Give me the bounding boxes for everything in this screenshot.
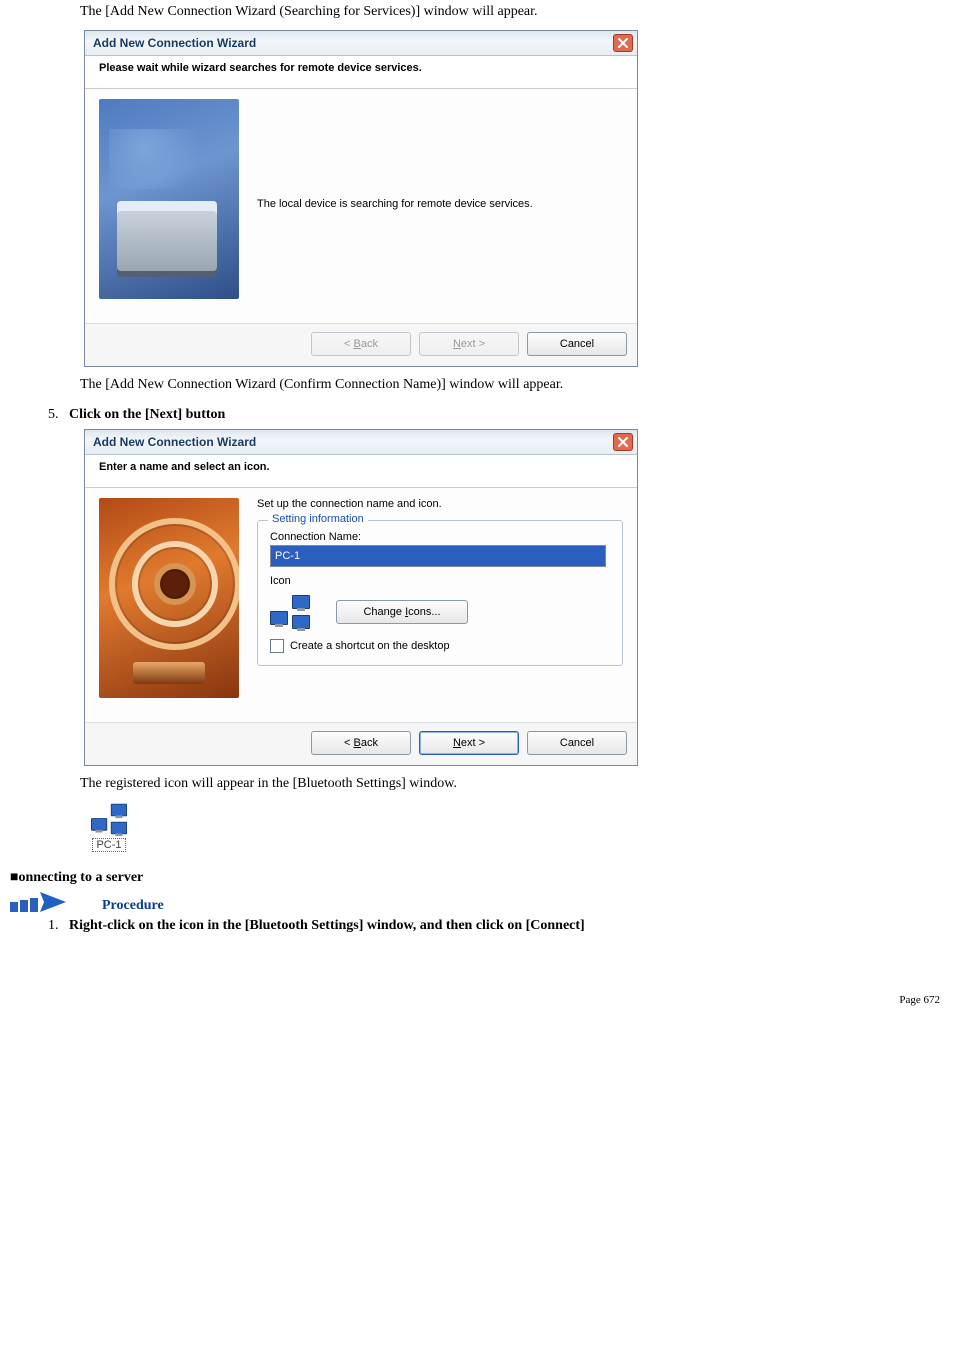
wizard-confirm-name-dialog: Add New Connection Wizard Enter a name a… <box>84 429 638 766</box>
registered-bt-icon-label: PC-1 <box>92 838 125 852</box>
wizard-header: Please wait while wizard searches for re… <box>85 56 637 89</box>
change-icons-button[interactable]: Change Icons... <box>336 600 468 624</box>
connection-name-label: Connection Name: <box>270 531 610 543</box>
close-button[interactable] <box>613 433 633 451</box>
after-dialog2-text: The registered icon will appear in the [… <box>80 776 940 792</box>
procedure-label: Procedure <box>102 898 164 914</box>
lead-text: Set up the connection name and icon. <box>257 498 623 510</box>
wizard-button-bar: < Back Next > Cancel <box>85 323 637 366</box>
cancel-button[interactable]: Cancel <box>527 332 627 356</box>
setting-information-group: Setting information Connection Name: Ico… <box>257 520 623 666</box>
change-icons-label: Change Icons... <box>363 606 440 618</box>
checkbox-icon <box>270 639 284 653</box>
wizard-side-image <box>99 99 239 299</box>
group-legend: Setting information <box>268 513 368 525</box>
next-button-label: Next > <box>453 338 485 350</box>
connection-name-input[interactable] <box>270 545 606 567</box>
searching-status-text: The local device is searching for remote… <box>257 198 533 210</box>
intro-text-1: The [Add New Connection Wizard (Searchin… <box>80 4 940 20</box>
titlebar: Add New Connection Wizard <box>85 430 637 455</box>
connecting-to-server-heading: ■onnecting to a server <box>10 870 940 886</box>
back-button: < Back <box>311 332 411 356</box>
registered-bt-icon: PC-1 <box>84 802 134 852</box>
close-button[interactable] <box>613 34 633 52</box>
cancel-button-label: Cancel <box>560 737 594 749</box>
titlebar-text: Add New Connection Wizard <box>93 435 256 449</box>
network-icon <box>270 595 310 629</box>
back-button-label: < Back <box>344 737 378 749</box>
next-button[interactable]: Next > <box>419 731 519 755</box>
wizard-side-image <box>99 498 239 698</box>
step5-number: 5. <box>48 407 59 422</box>
close-icon <box>618 437 628 447</box>
titlebar: Add New Connection Wizard <box>85 31 637 56</box>
step-connect-number: 1. <box>48 918 59 933</box>
network-icon <box>91 804 127 835</box>
intro-text-2: The [Add New Connection Wizard (Confirm … <box>80 377 940 393</box>
close-icon <box>618 38 628 48</box>
page-footer: Page 672 <box>80 994 940 1006</box>
titlebar-text: Add New Connection Wizard <box>93 36 256 50</box>
back-button[interactable]: < Back <box>311 731 411 755</box>
procedure-arrow-icon <box>10 892 66 914</box>
create-shortcut-checkbox[interactable]: Create a shortcut on the desktop <box>270 639 610 653</box>
wizard-header: Enter a name and select an icon. <box>85 455 637 488</box>
create-shortcut-label: Create a shortcut on the desktop <box>290 640 450 652</box>
wizard-button-bar: < Back Next > Cancel <box>85 722 637 765</box>
step5-text: Click on the [Next] button <box>69 407 225 422</box>
step-connect-text: Right-click on the icon in the [Bluetoot… <box>69 918 585 933</box>
icon-label: Icon <box>270 575 610 587</box>
back-button-label: < Back <box>344 338 378 350</box>
cancel-button-label: Cancel <box>560 338 594 350</box>
next-button-label: Next > <box>453 737 485 749</box>
wizard-searching-dialog: Add New Connection Wizard Please wait wh… <box>84 30 638 367</box>
next-button: Next > <box>419 332 519 356</box>
cancel-button[interactable]: Cancel <box>527 731 627 755</box>
